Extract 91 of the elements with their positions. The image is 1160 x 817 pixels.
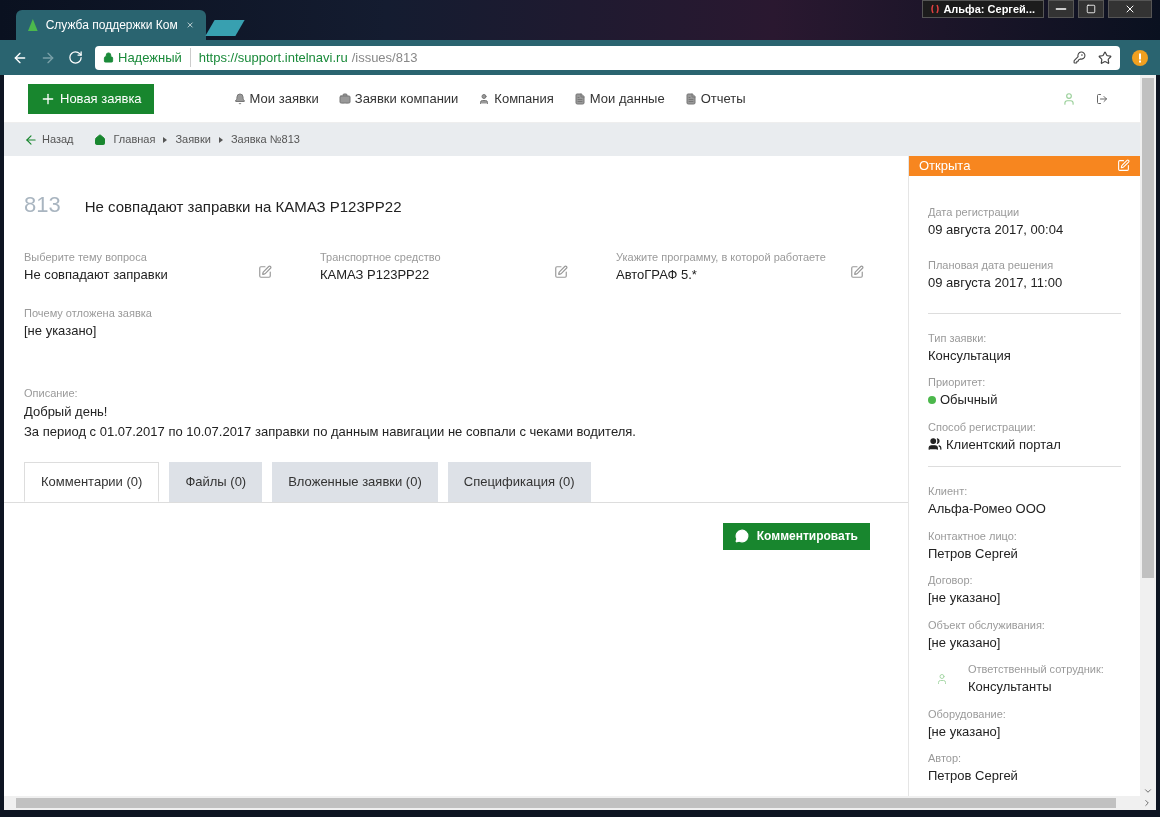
field-label: Укажите программу, в которой работаете [616, 250, 827, 265]
person-icon [936, 672, 948, 685]
nav-link[interactable]: Компания [478, 88, 554, 109]
field-label: Почему отложена заявка [24, 306, 153, 321]
profile-button[interactable]: Альфа: Сергей... [922, 0, 1044, 18]
breadcrumb-link[interactable]: Заявки [175, 131, 211, 148]
field-value: Не совпадают заправки [24, 266, 169, 284]
key-icon[interactable] [1073, 51, 1086, 64]
field-value: Петров Сергей [928, 544, 1018, 563]
field-value: Обычный [940, 391, 998, 409]
field-value: [не указано] [24, 322, 98, 340]
status-label: Открыта [919, 157, 971, 175]
field-label: Объект обслуживания: [928, 617, 1046, 633]
edit-icon[interactable] [850, 265, 864, 279]
tab[interactable]: Файлы (0) [169, 461, 263, 502]
issue-title: Не совпадают заправки на КАМАЗ Р123РР22 [84, 197, 402, 217]
field-label: Контактное лицо: [928, 528, 1018, 544]
new-tab-button[interactable] [205, 20, 245, 36]
user-icon[interactable] [1062, 91, 1076, 106]
description-text: Добрый день! [24, 402, 109, 421]
bell-icon [233, 92, 246, 105]
separator-icon [163, 136, 168, 143]
breadcrumb-link[interactable]: Главная [113, 131, 156, 148]
reload-icon[interactable] [68, 50, 83, 65]
field-value: Клиентский портал [946, 435, 1061, 454]
field-label: Клиент: [928, 484, 969, 499]
field-label: Способ регистрации: [928, 419, 1037, 435]
nav-link[interactable]: Отчеты [684, 88, 746, 109]
close-icon[interactable] [185, 19, 194, 31]
field-value: Петров Сергей [928, 767, 1018, 785]
field-value: [не указано] [928, 722, 1001, 741]
field-value: Консультанты [968, 678, 1052, 696]
tab[interactable]: Спецификация (0) [447, 461, 591, 502]
url-path: /issues/813 [351, 48, 418, 67]
minimize-icon[interactable] [1048, 0, 1074, 18]
back-link[interactable]: Назад [24, 131, 74, 148]
field-label: Тип заявки: [928, 330, 988, 346]
field-label: Описание: [24, 386, 79, 401]
issue-number: 813 [24, 191, 61, 219]
field-label: Ответственный сотрудник: [968, 662, 1104, 677]
file-icon [684, 92, 697, 105]
comment-button[interactable]: Комментировать [722, 522, 870, 550]
field-label: Транспортное средство [320, 250, 442, 265]
address-bar[interactable]: Надежный https://support.intelnavi.ru /issues/813 [95, 45, 1120, 70]
field-value: [не указано] [928, 633, 1001, 652]
tab[interactable]: Вложенные заявки (0) [272, 461, 438, 502]
home-icon [93, 133, 106, 146]
users-icon [928, 437, 942, 452]
field-value: 09 августа 2017, 00:04 [928, 220, 1064, 239]
scroll-right-icon[interactable] [1142, 798, 1152, 808]
field-value: 09 августа 2017, 11:00 [928, 274, 1063, 292]
field-value: [не указано] [928, 589, 1001, 607]
maximize-icon[interactable] [1078, 0, 1104, 18]
tab-title: Служба поддержки Ком [45, 17, 178, 34]
field-label: Выберите тему вопроса [24, 250, 148, 265]
nav-link[interactable]: Заявки компании [338, 88, 459, 109]
speech-bubble-icon [734, 529, 749, 543]
breadcrumb-link[interactable]: Заявка №813 [230, 131, 300, 148]
edit-icon[interactable] [258, 265, 272, 279]
field-value: Консультация [928, 346, 1011, 365]
scroll-down-icon[interactable] [1143, 786, 1153, 796]
field-value: Альфа-Ромео ООО [928, 500, 1046, 518]
briefcase-icon [338, 92, 351, 105]
edit-icon[interactable] [554, 265, 568, 279]
field-value: АвтоГРАФ 5.* [616, 266, 698, 284]
new-issue-button[interactable]: Новая заявка [28, 83, 154, 114]
browser-tab[interactable]: Служба поддержки Ком [16, 10, 206, 40]
field-label: Плановая дата решения [928, 258, 1055, 273]
horizontal-scrollbar[interactable] [4, 796, 1156, 810]
field-label: Дата регистрации [928, 204, 1021, 220]
nav-link[interactable]: Мои данные [573, 88, 665, 109]
user-icon [478, 92, 491, 105]
profile-icon [931, 4, 940, 14]
logo-icon [28, 19, 38, 31]
url-host: https://support.intelnavi.ru [197, 48, 348, 67]
nav-link[interactable]: Мои заявки [233, 88, 319, 109]
field-label: Приоритет: [928, 375, 987, 390]
file-icon [573, 92, 586, 105]
field-label: Договор: [928, 573, 974, 588]
tab[interactable]: Комментарии (0) [24, 461, 160, 502]
vertical-scrollbar[interactable] [1140, 75, 1156, 796]
separator-icon [218, 136, 223, 143]
secure-label: Надежный [118, 47, 191, 68]
star-icon[interactable] [1098, 50, 1112, 65]
alert-icon[interactable] [1132, 49, 1148, 66]
field-value: КАМАЗ Р123РР22 [320, 266, 431, 284]
lock-icon [103, 52, 114, 63]
field-label: Оборудование: [928, 706, 1007, 722]
description-text: За период с 01.07.2017 по 10.07.2017 заправки по данным навигации не совпали с чеками водителя. [24, 422, 637, 441]
logout-icon[interactable] [1096, 92, 1108, 105]
field-label: Автор: [928, 751, 963, 766]
